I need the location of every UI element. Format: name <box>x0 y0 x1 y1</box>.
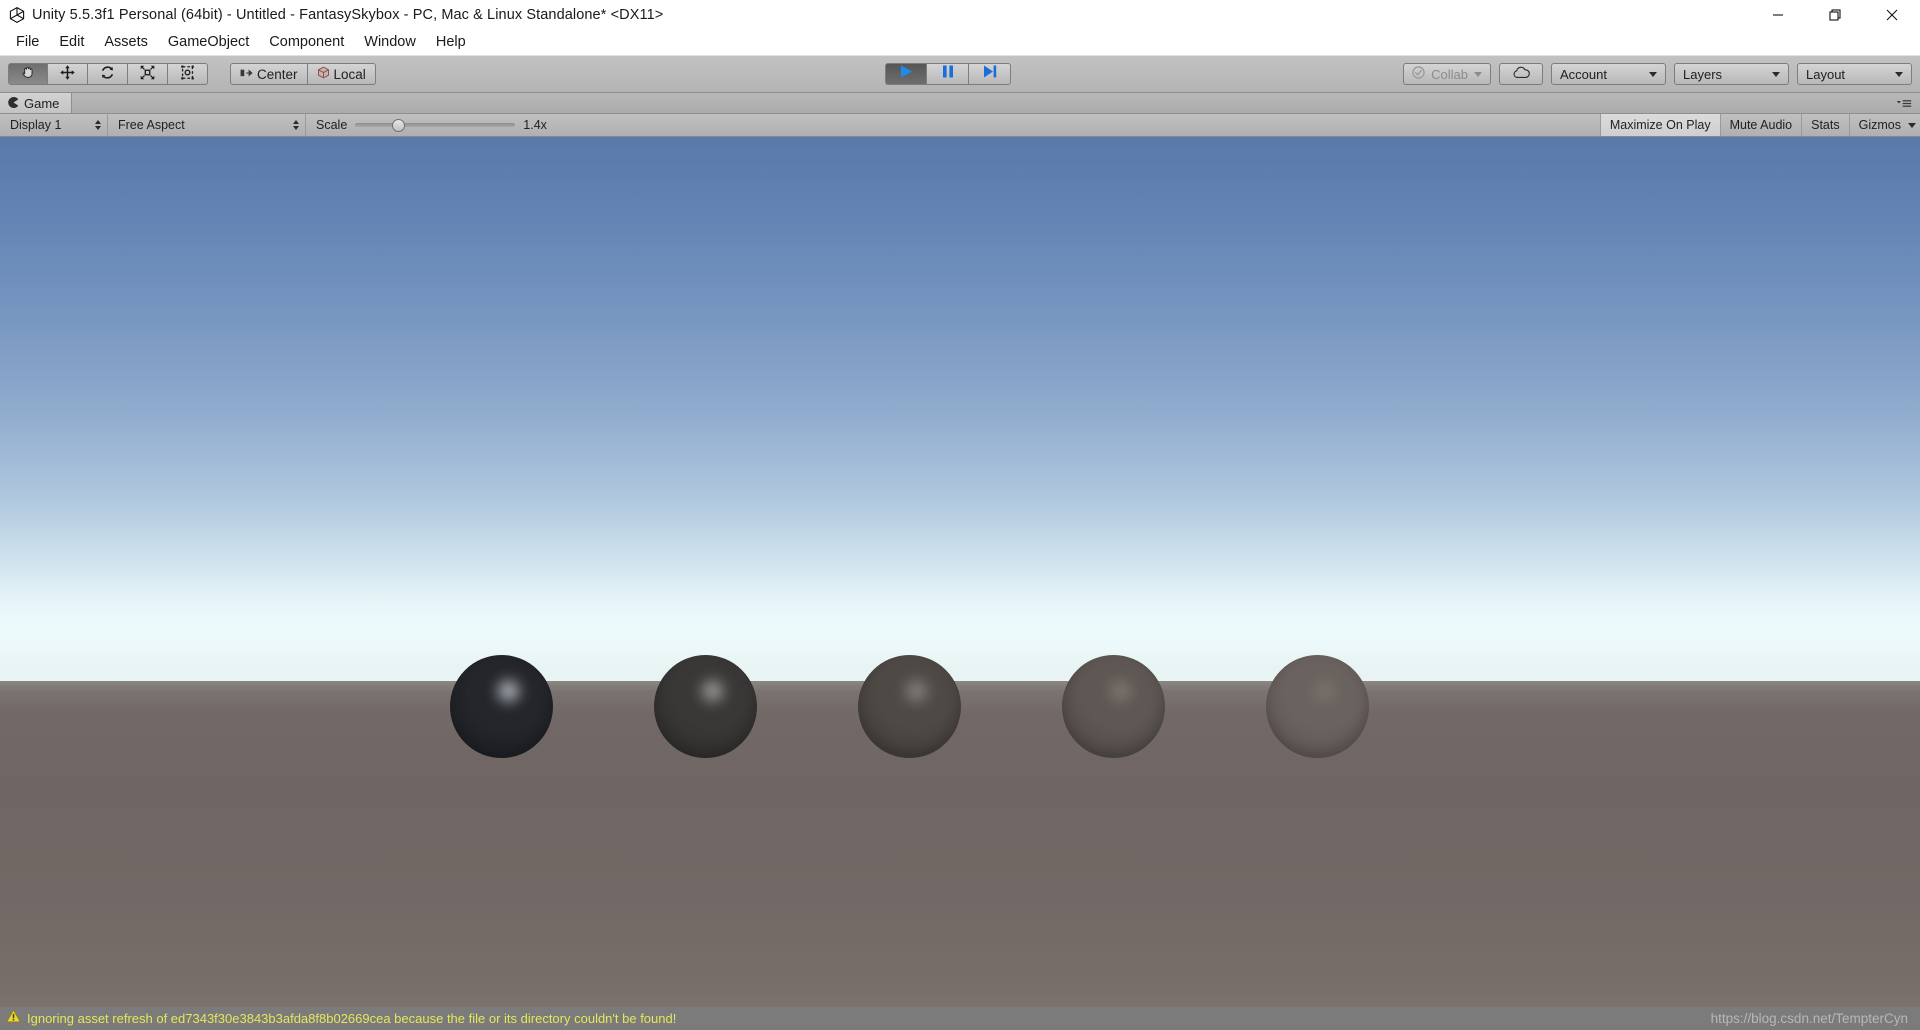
cloud-button[interactable] <box>1499 63 1543 85</box>
step-button[interactable] <box>969 63 1011 85</box>
stepper-icon <box>95 120 101 130</box>
aspect-label: Free Aspect <box>118 118 185 132</box>
scale-value: 1.4x <box>523 118 547 132</box>
aspect-dropdown[interactable]: Free Aspect <box>108 114 306 136</box>
hand-icon <box>20 64 37 84</box>
pivot-mode-label: Center <box>257 66 298 82</box>
window-title: Unity 5.5.3f1 Personal (64bit) - Untitle… <box>32 6 664 23</box>
panel-menu-icon[interactable] <box>1895 93 1920 113</box>
chevron-down-icon <box>1649 71 1657 77</box>
account-label: Account <box>1560 66 1607 82</box>
scale-slider-track <box>355 123 516 127</box>
unity-editor-window: Unity 5.5.3f1 Personal (64bit) - Untitle… <box>0 0 1920 1030</box>
menu-file[interactable]: File <box>6 32 49 52</box>
pivot-group: Center Local <box>230 63 376 85</box>
pivot-mode-button[interactable]: Center <box>230 63 308 85</box>
tabstrip-spacer <box>72 93 1895 113</box>
layout-dropdown[interactable]: Layout <box>1797 63 1912 85</box>
move-tool-button[interactable] <box>48 63 88 85</box>
scale-icon <box>139 64 156 84</box>
menu-help[interactable]: Help <box>426 32 476 52</box>
step-icon <box>982 64 998 84</box>
game-toolbar-right: Maximize On Play Mute Audio Stats Gizmos <box>1599 114 1920 136</box>
display-label: Display 1 <box>10 118 62 132</box>
hand-tool-button[interactable] <box>8 63 48 85</box>
scale-tool-button[interactable] <box>128 63 168 85</box>
menu-bar: File Edit Assets GameObject Component Wi… <box>0 29 1920 56</box>
account-dropdown[interactable]: Account <box>1551 63 1666 85</box>
gizmos-label: Gizmos <box>1858 118 1901 132</box>
play-icon <box>898 64 914 84</box>
menu-edit[interactable]: Edit <box>49 32 94 52</box>
scale-slider-thumb[interactable] <box>392 118 406 132</box>
layers-dropdown[interactable]: Layers <box>1674 63 1789 85</box>
scale-label: Scale <box>316 118 348 132</box>
chevron-down-icon <box>1908 122 1916 128</box>
move-arrows-icon <box>59 64 76 84</box>
pause-icon <box>941 64 955 84</box>
toolbar-right-group: Collab Account Layers Layout <box>1403 63 1912 85</box>
game-panel: Game Display 1 Free Aspect Scale 1.4x Ma… <box>0 93 1920 1007</box>
transform-tools-group <box>8 63 208 85</box>
title-bar: Unity 5.5.3f1 Personal (64bit) - Untitle… <box>0 0 1920 29</box>
game-view-icon <box>8 96 19 111</box>
play-controls-group <box>885 63 1011 85</box>
watermark-text: https://blog.csdn.net/TempterCyn <box>1710 1011 1908 1026</box>
warning-triangle-icon <box>6 1009 21 1028</box>
display-dropdown[interactable]: Display 1 <box>0 114 108 136</box>
unity-logo-icon <box>6 5 28 25</box>
scale-slider[interactable] <box>355 118 516 132</box>
ground-plane <box>0 680 1920 1007</box>
chevron-down-icon <box>1474 71 1482 77</box>
rotate-icon <box>99 64 116 84</box>
rect-transform-icon <box>179 64 196 84</box>
collab-button[interactable]: Collab <box>1403 63 1491 85</box>
cloud-icon <box>1512 66 1531 82</box>
play-button[interactable] <box>885 63 927 85</box>
status-bar[interactable]: Ignoring asset refresh of ed7343f30e3843… <box>0 1007 1920 1030</box>
menu-component[interactable]: Component <box>259 32 354 52</box>
layout-label: Layout <box>1806 66 1846 82</box>
main-toolbar: Center Local Collab Account Layers Layou… <box>0 56 1920 93</box>
rect-tool-button[interactable] <box>168 63 208 85</box>
pivot-rotation-button[interactable]: Local <box>307 63 376 85</box>
scale-control: Scale 1.4x <box>306 114 563 136</box>
game-view-toolbar: Display 1 Free Aspect Scale 1.4x Maximiz… <box>0 114 1920 137</box>
layers-label: Layers <box>1683 66 1723 82</box>
menu-assets[interactable]: Assets <box>94 32 158 52</box>
stepper-icon <box>293 120 299 130</box>
collab-check-icon <box>1412 66 1425 82</box>
skybox-sky <box>0 137 1920 681</box>
game-view-render[interactable] <box>0 137 1920 1007</box>
close-icon[interactable] <box>1863 0 1920 29</box>
pivot-center-icon <box>240 67 253 82</box>
stats-toggle[interactable]: Stats <box>1801 114 1849 136</box>
status-message: Ignoring asset refresh of ed7343f30e3843… <box>27 1011 677 1026</box>
minimize-icon[interactable] <box>1749 0 1806 29</box>
mute-audio-toggle[interactable]: Mute Audio <box>1719 114 1802 136</box>
rotate-tool-button[interactable] <box>88 63 128 85</box>
pause-button[interactable] <box>927 63 969 85</box>
tab-game-label: Game <box>24 95 60 111</box>
restore-icon[interactable] <box>1806 0 1863 29</box>
menu-window[interactable]: Window <box>354 32 426 52</box>
collab-label: Collab <box>1431 66 1468 82</box>
chevron-down-icon <box>1895 71 1903 77</box>
gizmos-dropdown[interactable]: Gizmos <box>1848 114 1920 136</box>
chevron-down-icon <box>1772 71 1780 77</box>
tab-game[interactable]: Game <box>0 93 73 113</box>
maximize-on-play-toggle[interactable]: Maximize On Play <box>1599 114 1720 136</box>
window-controls <box>1749 0 1920 29</box>
panel-tabstrip: Game <box>0 93 1920 114</box>
local-cube-icon <box>317 66 330 82</box>
pivot-rotation-label: Local <box>333 66 366 82</box>
menu-gameobject[interactable]: GameObject <box>158 32 259 52</box>
